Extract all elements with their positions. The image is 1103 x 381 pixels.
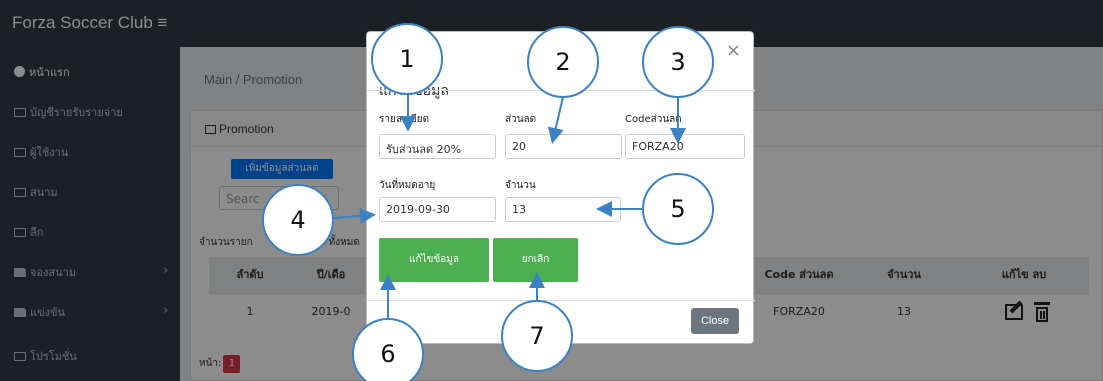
callout-3: 3 — [642, 26, 714, 98]
callout-1: 1 — [371, 23, 443, 95]
callout-6: 6 — [352, 318, 424, 381]
callout-5: 5 — [642, 173, 714, 245]
arrow-2 — [547, 96, 564, 144]
callout-2: 2 — [527, 26, 599, 98]
callout-4: 4 — [262, 184, 334, 256]
arrow-4 — [333, 207, 376, 224]
callout-7: 7 — [501, 300, 573, 372]
